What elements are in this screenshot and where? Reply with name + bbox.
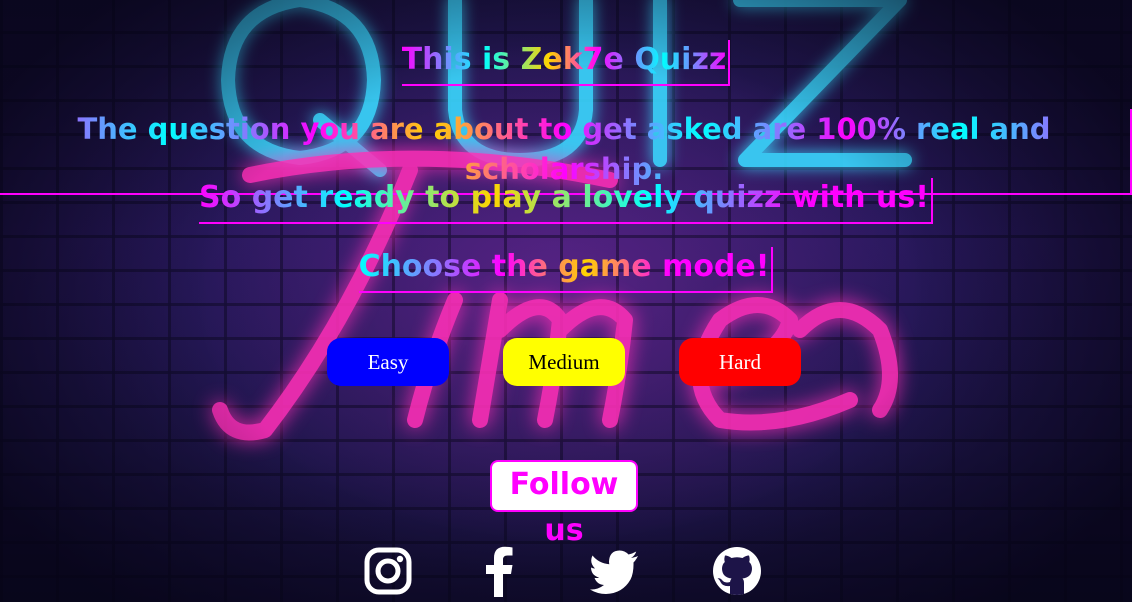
- main-content: This is Zek7e Quizz The question you are…: [0, 0, 1132, 602]
- intro-invitation-text: So get ready to play a lovely quizz with…: [199, 178, 933, 224]
- facebook-link[interactable]: [474, 545, 526, 597]
- intro-invitation: So get ready to play a lovely quizz with…: [0, 178, 1132, 224]
- instagram-icon: [364, 547, 412, 595]
- easy-button[interactable]: Easy: [327, 338, 449, 386]
- intro-title-text: This is Zek7e Quizz: [401, 40, 731, 86]
- game-mode-buttons: Easy Medium Hard: [0, 338, 1132, 386]
- hard-button[interactable]: Hard: [679, 338, 801, 386]
- twitter-link[interactable]: [588, 545, 640, 597]
- facebook-icon: [486, 546, 513, 597]
- game-mode-heading-text: Choose the game mode!: [358, 247, 774, 293]
- game-mode-heading: Choose the game mode!: [0, 247, 1132, 293]
- intro-title: This is Zek7e Quizz: [0, 40, 1132, 86]
- twitter-icon: [590, 550, 638, 594]
- social-links: [0, 545, 1132, 597]
- follow-us-label: Follow us: [490, 460, 638, 548]
- github-link[interactable]: [711, 545, 763, 597]
- instagram-link[interactable]: [362, 545, 414, 597]
- medium-button[interactable]: Medium: [503, 338, 625, 386]
- github-icon: [713, 547, 761, 595]
